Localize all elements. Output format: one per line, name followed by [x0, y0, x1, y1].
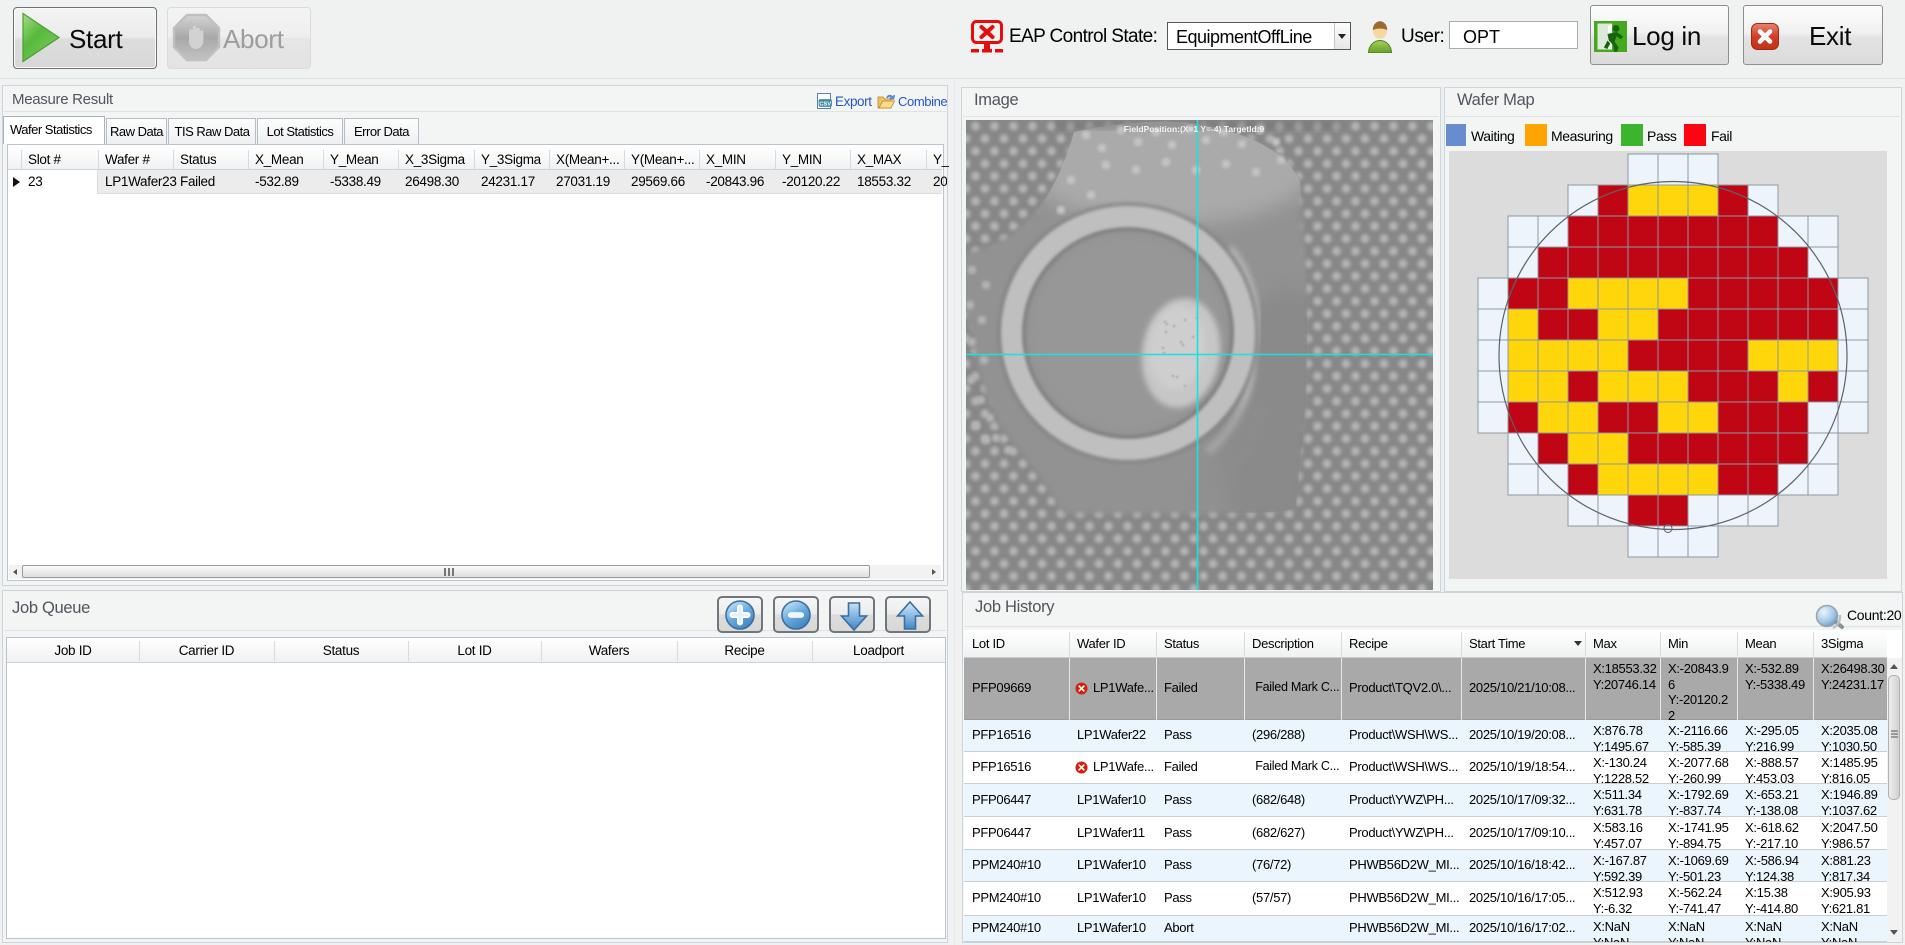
svg-text:CSV: CSV — [819, 101, 831, 107]
svg-text:FieldPosition:(X=1 Y=-4) Targe: FieldPosition:(X=1 Y=-4) TargetId:9 — [1124, 124, 1265, 134]
